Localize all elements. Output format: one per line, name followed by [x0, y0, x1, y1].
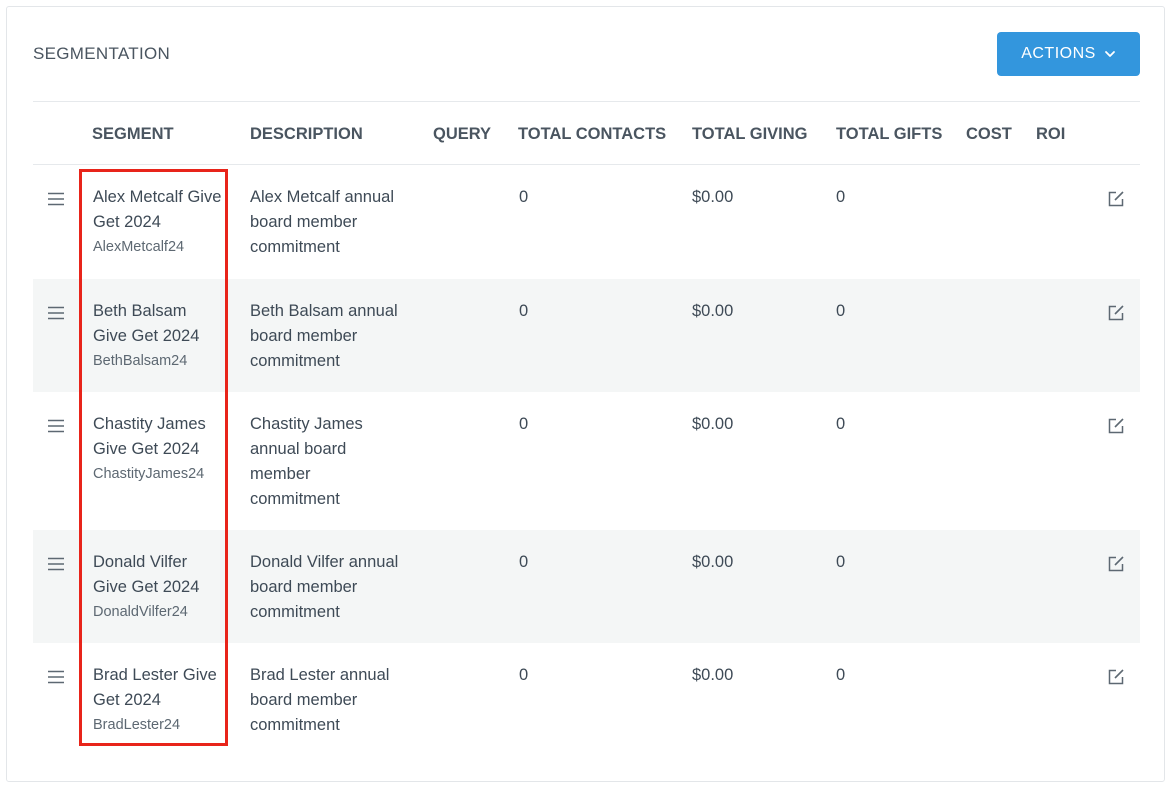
description-cell: Brad Lester annual board member commitme…	[250, 666, 390, 734]
total-gifts-cell: 0	[836, 666, 846, 684]
column-header-segment[interactable]: SEGMENT	[92, 125, 174, 144]
total-giving-cell: $0.00	[692, 415, 734, 433]
edit-icon[interactable]	[1107, 668, 1125, 686]
table-row: Alex Metcalf Give Get 2024 AlexMetcalf24…	[33, 165, 1140, 279]
drag-handle-icon[interactable]	[47, 670, 65, 684]
total-giving-cell: $0.00	[692, 553, 734, 571]
segment-name[interactable]: Alex Metcalf Give Get 2024	[93, 188, 221, 231]
total-contacts-cell: 0	[519, 666, 529, 684]
drag-handle-icon[interactable]	[47, 306, 65, 320]
segment-name[interactable]: Beth Balsam Give Get 2024	[93, 302, 199, 345]
description-cell: Chastity James annual board member commi…	[250, 415, 363, 508]
column-header-query[interactable]: QUERY	[433, 125, 491, 144]
segments-table: SEGMENT DESCRIPTION QUERY TOTAL CONTACTS…	[33, 101, 1140, 757]
total-contacts-cell: 0	[519, 553, 529, 571]
segment-code: BradLester24	[93, 717, 181, 733]
description-cell: Beth Balsam annual board member commitme…	[250, 302, 398, 370]
edit-icon[interactable]	[1107, 417, 1125, 435]
table-row: Beth Balsam Give Get 2024 BethBalsam24 B…	[33, 279, 1140, 392]
drag-handle-icon[interactable]	[47, 192, 65, 206]
segmentation-panel: SEGMENTATION ACTIONS SEGMENT DESCRIPTION…	[6, 6, 1165, 782]
total-contacts-cell: 0	[519, 415, 529, 433]
edit-icon[interactable]	[1107, 304, 1125, 322]
segment-cell[interactable]: Chastity James Give Get 2024 ChastityJam…	[93, 412, 225, 487]
total-giving-cell: $0.00	[692, 302, 734, 320]
segment-code: DonaldVilfer24	[93, 604, 188, 620]
table-row: Brad Lester Give Get 2024 BradLester24 B…	[33, 643, 1140, 757]
total-gifts-cell: 0	[836, 553, 846, 571]
actions-dropdown-button[interactable]: ACTIONS	[997, 32, 1140, 76]
total-gifts-cell: 0	[836, 188, 846, 206]
segment-cell[interactable]: Brad Lester Give Get 2024 BradLester24	[93, 663, 229, 738]
total-gifts-cell: 0	[836, 302, 846, 320]
segment-name[interactable]: Donald Vilfer Give Get 2024	[93, 553, 199, 596]
description-cell: Alex Metcalf annual board member commitm…	[250, 188, 394, 256]
column-header-total-giving[interactable]: TOTAL GIVING	[692, 125, 808, 144]
actions-button-label: ACTIONS	[1021, 45, 1096, 62]
total-giving-cell: $0.00	[692, 666, 734, 684]
drag-handle-icon[interactable]	[47, 557, 65, 571]
segment-cell[interactable]: Donald Vilfer Give Get 2024 DonaldVilfer…	[93, 550, 225, 625]
segment-code: ChastityJames24	[93, 466, 205, 482]
column-header-description[interactable]: DESCRIPTION	[250, 125, 363, 144]
panel-title: SEGMENTATION	[33, 44, 171, 63]
segment-name[interactable]: Chastity James Give Get 2024	[93, 415, 206, 458]
column-header-cost[interactable]: COST	[966, 125, 1012, 144]
segment-code: AlexMetcalf24	[93, 239, 185, 255]
segment-code: BethBalsam24	[93, 353, 188, 369]
total-contacts-cell: 0	[519, 188, 529, 206]
table-row: Donald Vilfer Give Get 2024 DonaldVilfer…	[33, 530, 1140, 643]
chevron-down-icon	[1104, 51, 1115, 57]
table-row: Chastity James Give Get 2024 ChastityJam…	[33, 392, 1140, 530]
drag-handle-icon[interactable]	[47, 419, 65, 433]
column-header-roi[interactable]: ROI	[1036, 125, 1065, 144]
total-contacts-cell: 0	[519, 302, 529, 320]
segment-name[interactable]: Brad Lester Give Get 2024	[93, 666, 217, 709]
edit-icon[interactable]	[1107, 555, 1125, 573]
segment-cell[interactable]: Alex Metcalf Give Get 2024 AlexMetcalf24	[93, 185, 225, 260]
total-gifts-cell: 0	[836, 415, 846, 433]
table-header-row: SEGMENT DESCRIPTION QUERY TOTAL CONTACTS…	[33, 101, 1140, 165]
column-header-total-gifts[interactable]: TOTAL GIFTS	[836, 125, 942, 144]
column-header-total-contacts[interactable]: TOTAL CONTACTS	[518, 125, 666, 144]
description-cell: Donald Vilfer annual board member commit…	[250, 553, 399, 621]
segment-cell[interactable]: Beth Balsam Give Get 2024 BethBalsam24	[93, 299, 225, 374]
total-giving-cell: $0.00	[692, 188, 734, 206]
edit-icon[interactable]	[1107, 190, 1125, 208]
